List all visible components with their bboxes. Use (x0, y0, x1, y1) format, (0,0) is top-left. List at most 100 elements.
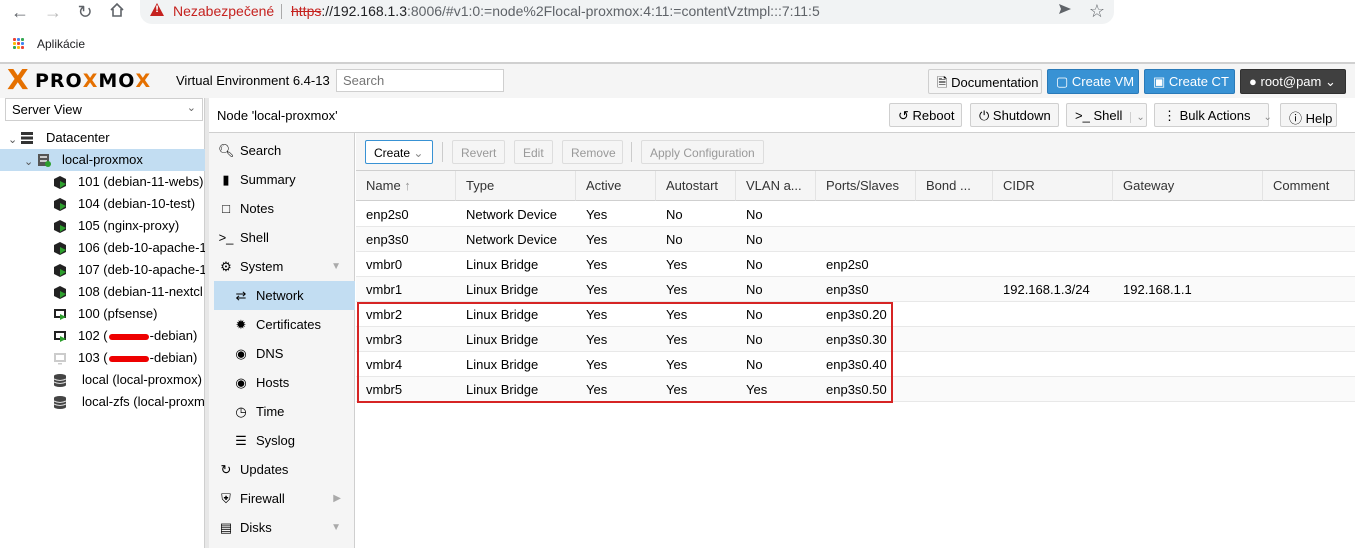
column-header-label: Bond ... (926, 178, 971, 193)
apps-icon[interactable] (13, 38, 25, 50)
cell-bond (916, 327, 993, 352)
notes-icon: □ (222, 201, 230, 216)
tree-item-datacenter[interactable]: ⌄ Datacenter (0, 127, 205, 149)
certificate-icon: ✹ (235, 317, 247, 332)
cell-ports-slaves (816, 227, 916, 252)
cell-type: Linux Bridge (466, 282, 539, 297)
cell-active: Yes (586, 207, 608, 222)
cell-vlan-aware: No (746, 232, 763, 247)
tree-item-ct-105[interactable]: 105 (nginx-proxy) (0, 215, 205, 237)
user-icon: ● (1249, 74, 1257, 89)
column-header-type[interactable]: Type (456, 171, 576, 201)
column-header-ports-slaves[interactable]: Ports/Slaves (816, 171, 916, 201)
cell-bond (916, 252, 993, 277)
collapse-icon[interactable]: ⌄ (24, 151, 38, 168)
back-icon[interactable]: ← (10, 2, 30, 22)
menu-item-search[interactable]: 🔍︎ Search (209, 136, 355, 165)
user-menu-button[interactable]: ● root@pam ⌄ (1240, 69, 1346, 94)
tree-item-ct-101[interactable]: 101 (debian-11-webs) (0, 171, 205, 193)
shutdown-button[interactable]: ⏻ Shutdown (970, 103, 1059, 127)
tree-label-suffix: -debian) (149, 328, 198, 343)
apply-configuration-button[interactable]: Apply Configuration (641, 140, 764, 164)
home-icon[interactable] (107, 2, 127, 22)
storage-icon (53, 374, 67, 387)
gears-icon: ⚙ (220, 259, 232, 274)
menu-item-dns[interactable]: ◉ DNS (209, 339, 355, 368)
menu-item-certificates[interactable]: ✹ Certificates (209, 310, 355, 339)
cell-type: Network Device (466, 207, 558, 222)
column-header-bond[interactable]: Bond ... (916, 171, 993, 201)
search-input[interactable] (336, 69, 504, 92)
menu-item-time[interactable]: ◷ Time (209, 397, 355, 426)
cell-type: Linux Bridge (466, 257, 539, 272)
reload-icon[interactable]: ↻ (75, 2, 95, 22)
menu-item-updates[interactable]: ↻ Updates (209, 455, 355, 484)
column-header-active[interactable]: Active (576, 171, 656, 201)
toolbar-separator (442, 142, 443, 162)
menu-item-summary[interactable]: ▮ Summary (209, 165, 355, 194)
cell-bond (916, 202, 993, 227)
cell-autostart: Yes (666, 257, 688, 272)
column-header-name[interactable]: Name ↑ (356, 171, 456, 201)
tree-item-vm-102[interactable]: 102 (-debian) (0, 325, 205, 347)
send-icon[interactable] (1055, 1, 1075, 21)
forward-icon[interactable]: → (43, 2, 63, 22)
help-label: Help (1305, 111, 1333, 126)
tree-item-vm-100[interactable]: 100 (pfsense) (0, 303, 205, 325)
help-button[interactable]: ⓘ Help (1280, 103, 1337, 127)
create-button[interactable]: Create ⌄ (365, 140, 433, 164)
tree-item-ct-107[interactable]: 107 (deb-10-apache-1 (0, 259, 205, 281)
column-header-gateway[interactable]: Gateway (1113, 171, 1263, 201)
column-header-cidr[interactable]: CIDR (993, 171, 1113, 201)
tree-item-storage-local-zfs[interactable]: local-zfs (local-proxm (0, 391, 205, 413)
tree-item-ct-104[interactable]: 104 (debian-10-test) (0, 193, 205, 215)
server-view-select[interactable]: Server View ⌄ (5, 98, 203, 121)
menu-item-network[interactable]: ⇄ Network (214, 281, 355, 310)
cell-bond (916, 277, 993, 302)
chevron-down-icon[interactable]: ⌄ (1130, 112, 1145, 123)
menu-item-hosts[interactable]: ◉ Hosts (209, 368, 355, 397)
list-icon: ⋮ (1163, 108, 1176, 123)
menu-label: Updates (240, 462, 289, 477)
menu-item-notes[interactable]: □ Notes (209, 194, 355, 223)
cell-bond (916, 227, 993, 252)
globe-icon: ◉ (235, 346, 247, 361)
clock-icon: ◷ (235, 404, 247, 419)
tree-label: 102 (-debian) (78, 325, 197, 347)
documentation-button[interactable]: 🗎 Documentation (928, 69, 1042, 94)
tree-item-vm-103[interactable]: 103 (-debian) (0, 347, 205, 369)
tree-item-storage-local[interactable]: local (local-proxmox) (0, 369, 205, 391)
bookmark-apps[interactable]: Aplikácie (37, 37, 85, 51)
page-title: Node 'local-proxmox' (217, 108, 338, 123)
column-header-autostart[interactable]: Autostart (656, 171, 736, 201)
url-text[interactable]: https://192.168.1.3:8006/#v1:0:=node%2Fl… (291, 3, 820, 19)
create-ct-button[interactable]: ▣ Create CT (1144, 69, 1235, 94)
menu-item-disks[interactable]: ▤ Disks ▼ (209, 513, 355, 542)
column-header-vlan-aware[interactable]: VLAN a... (736, 171, 816, 201)
container-running-icon (54, 198, 66, 211)
create-vm-label: Create VM (1071, 74, 1135, 89)
revert-button[interactable]: Revert (452, 140, 505, 164)
tree-item-node[interactable]: ⌄ local-proxmox (0, 149, 205, 171)
menu-item-firewall[interactable]: ⛨ Firewall ▶ (209, 484, 355, 513)
tree-item-ct-106[interactable]: 106 (deb-10-apache-1 (0, 237, 205, 259)
menu-label: Shell (240, 230, 269, 245)
table-row[interactable]: enp3s0 Network Device Yes No No (356, 227, 1355, 252)
menu-item-system[interactable]: ⚙ System ▼ (209, 252, 355, 281)
insecure-label[interactable]: Nezabezpečené (173, 3, 274, 19)
remove-button[interactable]: Remove (562, 140, 623, 164)
menu-item-shell[interactable]: >_ Shell (209, 223, 355, 252)
tree-item-ct-108[interactable]: 108 (debian-11-nextcl (0, 281, 205, 303)
shell-button[interactable]: >_ Shell ⌄ (1066, 103, 1147, 127)
edit-button[interactable]: Edit (514, 140, 553, 164)
star-icon[interactable]: ☆ (1087, 1, 1107, 21)
reboot-button[interactable]: ↺ Reboot (889, 103, 962, 127)
cell-bond (916, 377, 993, 402)
column-header-comment[interactable]: Comment (1263, 171, 1355, 201)
table-row[interactable]: enp2s0 Network Device Yes No No (356, 202, 1355, 227)
bulk-actions-button[interactable]: ⋮ Bulk Actions ⌄ (1154, 103, 1272, 127)
table-row[interactable]: vmbr1 Linux Bridge Yes Yes No enp3s0 192.168.1… (356, 277, 1355, 302)
menu-item-syslog[interactable]: ☰ Syslog (209, 426, 355, 455)
table-row[interactable]: vmbr0 Linux Bridge Yes Yes No enp2s0 (356, 252, 1355, 277)
create-vm-button[interactable]: ▢ Create VM (1047, 69, 1139, 94)
